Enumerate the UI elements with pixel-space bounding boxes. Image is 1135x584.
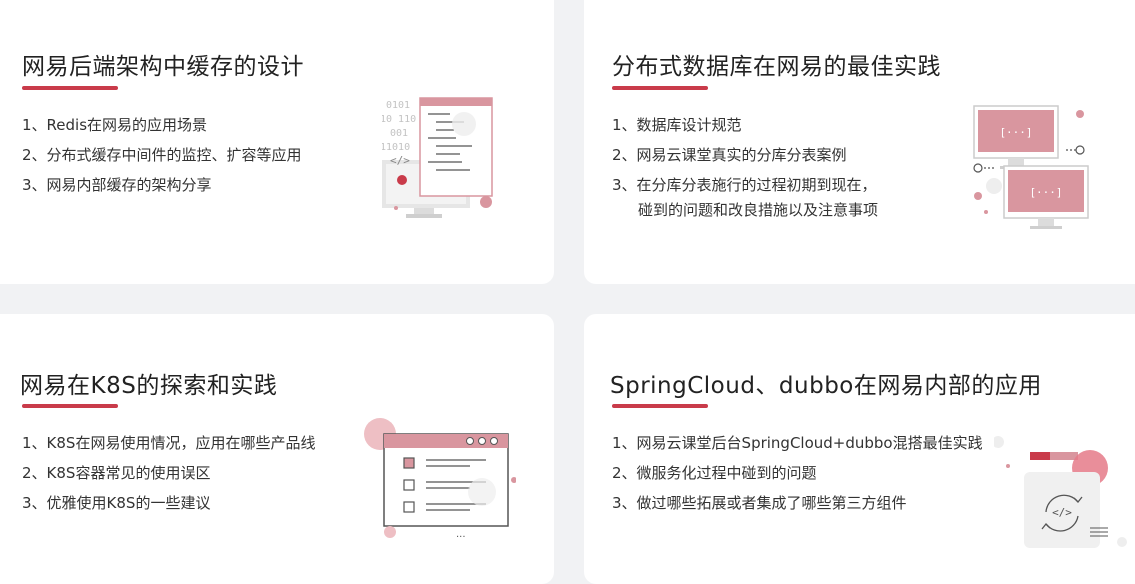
bracket-text: [···]: [999, 126, 1032, 139]
binary-text: 001: [390, 128, 408, 139]
bracket-text: [···]: [1029, 186, 1062, 199]
binary-text: 11010: [382, 142, 410, 153]
title-underline: [22, 404, 118, 408]
binary-text: 10 110: [382, 114, 416, 125]
list-item: 2、网易云课堂真实的分库分表案例: [612, 146, 847, 164]
card-title: 网易后端架构中缓存的设计: [22, 54, 304, 80]
list-item: 2、分布式缓存中间件的监控、扩容等应用: [22, 146, 302, 164]
ellipsis-text: ···: [456, 532, 466, 543]
topic-card-springcloud[interactable]: SpringCloud、dubbo在网易内部的应用 1、网易云课堂后台Sprin…: [584, 314, 1135, 584]
list-item: 碰到的问题和改良措施以及注意事项: [638, 201, 879, 219]
code-tag-text: </>: [390, 154, 410, 167]
topic-card-database[interactable]: 分布式数据库在网易的最佳实践 1、数据库设计规范 2、网易云课堂真实的分库分表案…: [584, 0, 1135, 284]
binary-text: 0101: [386, 100, 410, 111]
topic-card-k8s[interactable]: 网易在K8S的探索和实践 1、K8S在网易使用情况，应用在哪些产品线 2、K8S…: [0, 314, 554, 584]
distributed-monitors-icon: [···] [···]: [973, 105, 1089, 229]
list-item: 3、优雅使用K8S的一些建议: [22, 494, 211, 512]
list-item: 2、K8S容器常见的使用误区: [22, 464, 211, 482]
topic-list: 1、K8S在网易使用情况，应用在哪些产品线 2、K8S容器常见的使用误区 3、优…: [22, 428, 315, 518]
list-item: 1、K8S在网易使用情况，应用在哪些产品线: [22, 434, 316, 452]
list-item: 3、网易内部缓存的架构分享: [22, 176, 212, 194]
card-title: SpringCloud、dubbo在网易内部的应用: [610, 373, 1042, 399]
list-item: 1、数据库设计规范: [612, 116, 742, 134]
checklist-window-icon: ···: [364, 418, 516, 543]
list-item: 3、做过哪些拓展或者集成了哪些第三方组件: [612, 494, 907, 512]
card-title: 分布式数据库在网易的最佳实践: [612, 54, 941, 80]
list-item: 1、网易云课堂后台SpringCloud+dubbo混搭最佳实践: [612, 434, 983, 452]
topic-list: 1、Redis在网易的应用场景 2、分布式缓存中间件的监控、扩容等应用 3、网易…: [22, 110, 302, 200]
title-underline: [22, 86, 118, 90]
topic-list: 1、数据库设计规范 2、网易云课堂真实的分库分表案例 3、在分库分表施行的过程初…: [612, 110, 878, 224]
topic-card-cache[interactable]: 网易后端架构中缓存的设计 1、Redis在网易的应用场景 2、分布式缓存中间件的…: [0, 0, 554, 284]
title-underline: [612, 404, 708, 408]
title-underline: [612, 86, 708, 90]
list-item: 2、微服务化过程中碰到的问题: [612, 464, 817, 482]
code-tag-text: </>: [1052, 506, 1072, 519]
code-monitor-icon: 0101 10 110 001 11010 </>: [382, 97, 493, 218]
list-item: 1、Redis在网易的应用场景: [22, 116, 208, 134]
topic-list: 1、网易云课堂后台SpringCloud+dubbo混搭最佳实践 2、微服务化过…: [612, 428, 983, 518]
code-sync-icon: </>: [994, 436, 1127, 548]
card-title: 网易在K8S的探索和实践: [20, 373, 278, 399]
